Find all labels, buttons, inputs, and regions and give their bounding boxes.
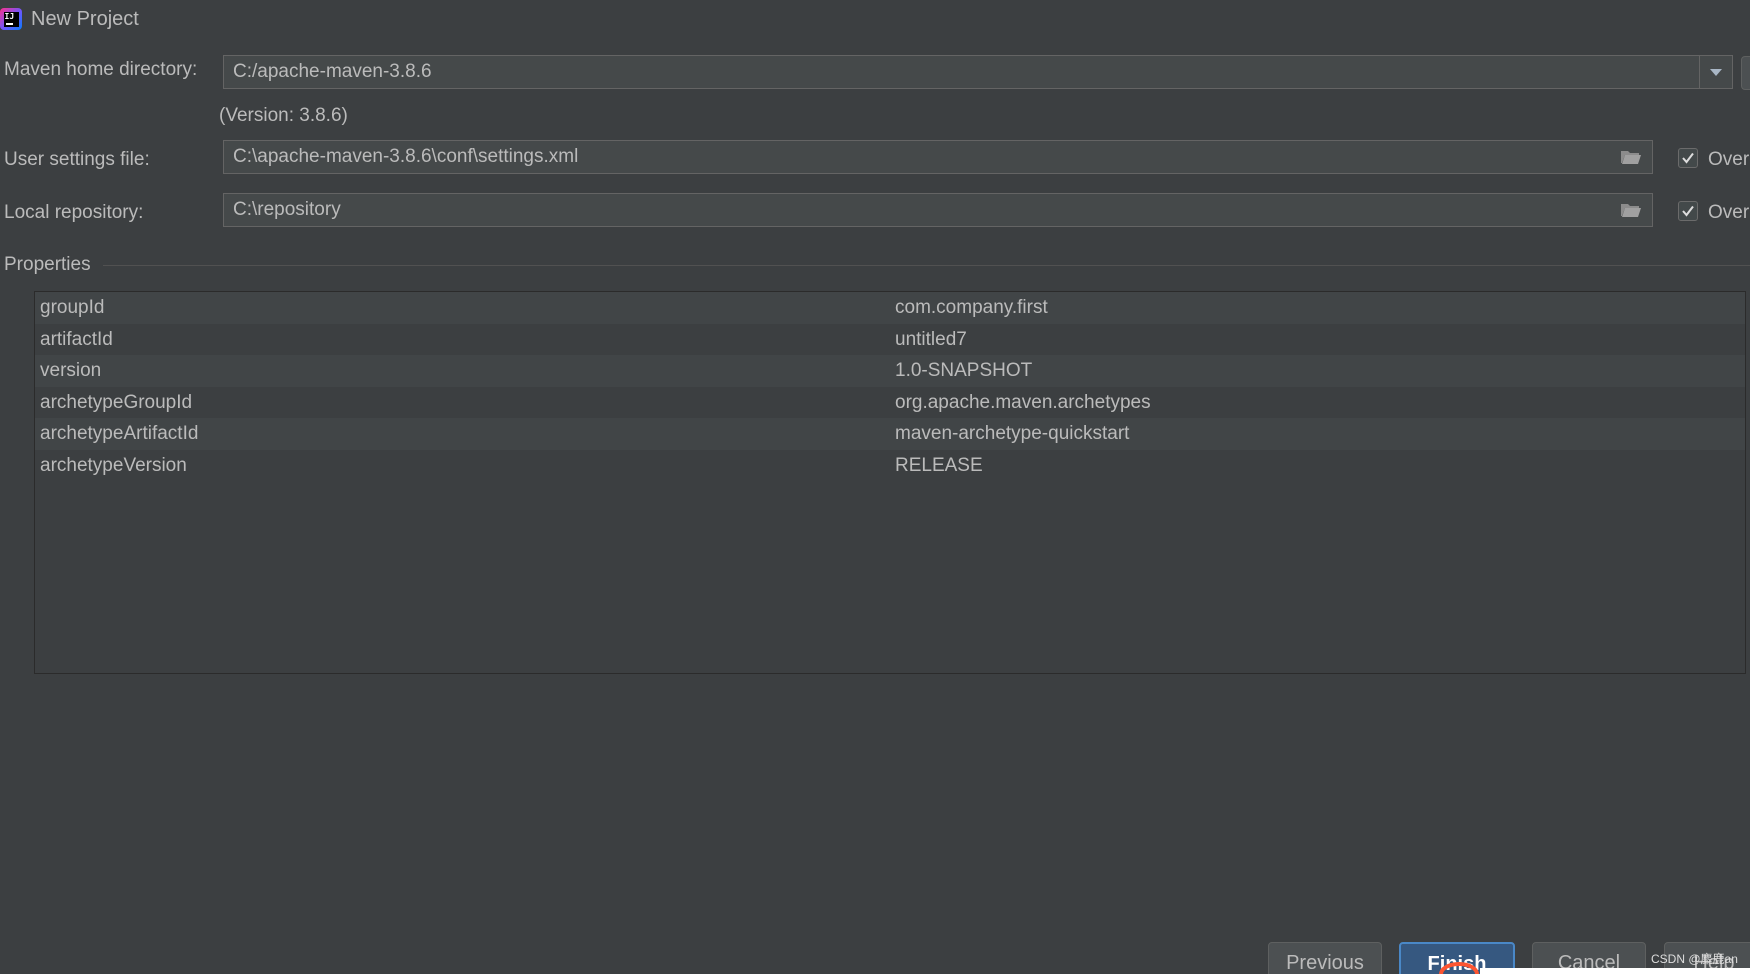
table-row[interactable]: version 1.0-SNAPSHOT [35,355,1745,387]
property-key: groupId [40,297,105,318]
property-key: artifactId [40,328,113,350]
local-repository-input[interactable]: C:\repository [223,193,1653,227]
table-row[interactable]: artifactId untitled7 [35,324,1745,356]
user-settings-label: User settings file: [4,149,150,170]
table-row[interactable]: archetypeGroupId org.apache.maven.archet… [35,387,1745,419]
chevron-down-icon [1710,68,1722,76]
folder-icon[interactable] [1620,202,1642,218]
property-key: version [40,360,102,382]
title-bar: IJ New Project [0,0,1750,38]
csdn-logo-icon [1434,960,1484,974]
intellij-idea-icon: IJ [0,8,22,30]
user-settings-input[interactable]: C:\apache-maven-3.8.6\conf\settings.xml [223,140,1653,174]
property-value[interactable]: RELEASE [895,455,983,477]
property-key: archetypeArtifactId [40,423,199,445]
user-settings-override-label: Override [1708,149,1750,170]
property-value[interactable]: com.company.first [895,297,1048,319]
checkmark-icon [1682,205,1694,217]
maven-home-browse-button[interactable] [1741,56,1750,90]
previous-button[interactable]: Previous [1268,942,1382,974]
property-value[interactable]: maven-archetype-quickstart [895,423,1129,445]
new-project-dialog: IJ New Project Maven home directory: C:/… [0,0,1750,974]
local-repository-override-checkbox[interactable] [1678,201,1698,221]
user-settings-override-checkbox[interactable] [1678,148,1698,168]
table-row[interactable]: archetypeArtifactId maven-archetype-quic… [35,418,1745,450]
local-repository-override-label: Override [1708,202,1750,223]
maven-home-dropdown-button[interactable] [1699,56,1732,88]
local-repository-label: Local repository: [4,202,144,223]
property-value[interactable]: untitled7 [895,329,967,351]
properties-table[interactable]: groupId com.company.first artifactId unt… [34,291,1746,674]
folder-icon[interactable] [1620,149,1642,165]
overlay-strip [1480,968,1750,974]
property-value[interactable]: org.apache.maven.archetypes [895,392,1151,414]
checkmark-icon [1682,152,1694,164]
local-repository-value: C:\repository [233,199,341,220]
properties-section-title: Properties [4,254,91,275]
maven-home-combobox[interactable]: C:/apache-maven-3.8.6 [223,55,1733,89]
user-settings-value: C:\apache-maven-3.8.6\conf\settings.xml [233,146,579,167]
maven-version-note: (Version: 3.8.6) [219,105,348,126]
property-value[interactable]: 1.0-SNAPSHOT [895,360,1032,382]
maven-home-label: Maven home directory: [4,59,198,80]
table-row[interactable]: groupId com.company.first [35,292,1745,324]
property-key: archetypeVersion [40,454,187,476]
csdn-watermark: CSDN @麋鹿an [1651,952,1738,966]
window-title: New Project [31,8,139,30]
table-row[interactable]: archetypeVersion RELEASE [35,450,1745,482]
property-key: archetypeGroupId [40,391,193,413]
maven-home-value: C:/apache-maven-3.8.6 [233,61,432,82]
section-divider [103,265,1750,266]
